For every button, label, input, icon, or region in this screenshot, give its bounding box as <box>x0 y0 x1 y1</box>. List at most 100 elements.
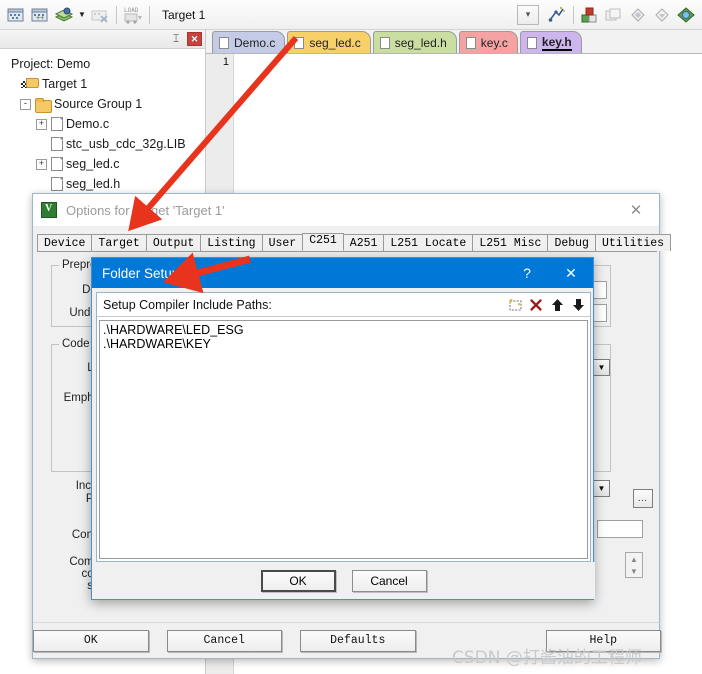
spinner-up-icon[interactable]: ▲ <box>626 553 642 565</box>
source-browser-icon <box>626 3 650 27</box>
tree-item-label: seg_led.h <box>66 177 121 191</box>
delete-path-button[interactable] <box>526 295 546 314</box>
tree-item-seg-led-h[interactable]: seg_led.h <box>6 174 205 194</box>
rebuild-all-icon[interactable]: ++ <box>28 3 52 27</box>
folder-setup-title: Folder Setup <box>102 265 180 281</box>
tab-l251-locate[interactable]: L251 Locate <box>383 234 474 251</box>
file-icon <box>219 36 229 49</box>
code-generation-group-caption: Code <box>59 338 93 350</box>
question-mark-icon[interactable]: ? <box>505 258 549 288</box>
tree-item-demo-c[interactable]: + Demo.c <box>6 114 205 134</box>
level-dropdown-icon[interactable]: ▼ <box>593 359 610 376</box>
folder-setup-cancel-button[interactable]: Cancel <box>351 569 427 592</box>
tab-utilities[interactable]: Utilities <box>594 234 672 251</box>
tree-item-label: Source Group 1 <box>54 97 143 111</box>
tree-item-source-group-1[interactable]: - Source Group 1 <box>6 94 205 114</box>
editor-tabstrip: Demo.c seg_led.c seg_led.h key.c key.h <box>206 30 702 54</box>
tree-item-label: stc_usb_cdc_32g.LIB <box>66 137 186 151</box>
target-name-label: Target 1 <box>162 7 206 22</box>
tree-expander-icon[interactable]: + <box>36 118 47 130</box>
file-icon <box>526 36 537 49</box>
new-folder-button[interactable] <box>505 295 525 314</box>
books-icon <box>602 3 626 27</box>
tab-l251-misc[interactable]: L251 Misc <box>472 234 549 251</box>
project-title-label: Project: Demo <box>11 57 91 71</box>
file-icon <box>51 157 63 171</box>
folder-setup-ok-button[interactable]: OK <box>260 569 336 592</box>
tab-target[interactable]: Target <box>91 234 147 251</box>
include-paths-list[interactable]: .\HARDWARE\LED_ESG .\HARDWARE\KEY <box>99 320 588 559</box>
editor-tab-label: seg_led.c <box>309 35 361 50</box>
editor-tab-key-c[interactable]: key.c <box>458 31 518 53</box>
project-panel-header: ⌶ ✕ <box>0 30 205 49</box>
tree-expander-icon[interactable]: - <box>20 98 31 110</box>
pin-icon[interactable]: ⌶ <box>168 32 184 47</box>
chevron-down-icon[interactable]: ▾ <box>517 4 539 25</box>
options-for-target-icon[interactable] <box>545 3 569 27</box>
stop-build-icon <box>88 3 112 27</box>
editor-tab-seg-led-c[interactable]: seg_led.c <box>287 31 371 53</box>
editor-tab-label: Demo.c <box>234 35 276 50</box>
svg-text:LOAD: LOAD <box>124 7 139 14</box>
tree-item-label: seg_led.c <box>66 157 120 171</box>
tree-item-label: Demo.c <box>66 117 110 131</box>
spinner-down-icon[interactable]: ▼ <box>626 565 642 577</box>
tab-c251[interactable]: C251 <box>302 233 344 251</box>
editor-tab-seg-led-h[interactable]: seg_led.h <box>372 31 457 53</box>
tab-user[interactable]: User <box>261 234 304 251</box>
options-cancel-button[interactable]: Cancel <box>166 629 282 652</box>
folder-setup-footer: OK Cancel <box>92 562 595 599</box>
load-icon: LOAD <box>121 3 145 27</box>
toolbar-separator-3 <box>573 5 574 24</box>
folder-setup-toolbar: Setup Compiler Include Paths: <box>97 293 590 317</box>
folder-icon <box>35 97 52 113</box>
file-icon <box>51 137 63 151</box>
svg-text:++: ++ <box>36 15 44 22</box>
ide-toolbar: ++ ▼ LOAD Target 1 ▾ <box>0 0 702 30</box>
tree-item-label: Target 1 <box>42 77 88 91</box>
close-icon[interactable]: ✕ <box>187 32 202 46</box>
tab-device[interactable]: Device <box>37 234 93 251</box>
folder-setup-titlebar: Folder Setup ? ✕ <box>92 258 593 288</box>
file-icon <box>465 36 476 49</box>
tab-a251[interactable]: A251 <box>342 234 385 251</box>
tab-listing[interactable]: Listing <box>200 234 263 251</box>
file-icon <box>294 36 305 49</box>
screenshot-root: ++ ▼ LOAD Target 1 ▾ ⌶ ✕ Project: Demo T… <box>0 0 702 674</box>
list-item[interactable]: .\HARDWARE\LED_ESG <box>103 323 587 337</box>
close-icon[interactable]: ✕ <box>615 195 657 226</box>
misc-controls-field[interactable] <box>597 520 643 538</box>
project-tree: Project: Demo Target 1 - Source Group 1 … <box>0 49 205 194</box>
move-down-button[interactable] <box>568 295 588 314</box>
file-icon <box>379 36 390 49</box>
editor-tab-demo-c[interactable]: Demo.c <box>212 31 286 53</box>
keil-logo-icon <box>41 202 57 218</box>
editor-tab-label: key.c <box>480 35 508 50</box>
manage-project-items-icon[interactable] <box>578 3 602 27</box>
batch-build-icon[interactable] <box>52 3 76 27</box>
editor-tab-key-h[interactable]: key.h <box>519 31 582 53</box>
tree-item-seg-led-c[interactable]: + seg_led.c <box>6 154 205 174</box>
close-icon[interactable]: ✕ <box>549 258 593 288</box>
build-target-icon[interactable] <box>4 3 28 27</box>
tree-expander-icon[interactable]: + <box>36 158 47 170</box>
file-icon <box>51 117 63 131</box>
batch-build-dropdown-icon[interactable]: ▼ <box>76 3 88 27</box>
tab-output[interactable]: Output <box>145 234 202 251</box>
move-up-button[interactable] <box>547 295 567 314</box>
folder-setup-content: Setup Compiler Include Paths: .\HARDWARE… <box>96 292 591 562</box>
include-paths-dropdown-icon[interactable]: ▼ <box>593 480 610 497</box>
editor-line-number: 1 <box>222 56 229 68</box>
list-item[interactable]: .\HARDWARE\KEY <box>103 337 587 351</box>
tab-debug[interactable]: Debug <box>547 234 596 251</box>
editor-tab-label: key.h <box>541 34 572 51</box>
editor-tab-label: seg_led.h <box>394 35 447 50</box>
browse-folders-button[interactable]: … <box>633 489 653 508</box>
options-defaults-button[interactable]: Defaults <box>300 629 416 652</box>
tree-item-target-1[interactable]: Target 1 <box>6 74 205 94</box>
options-ok-button[interactable]: OK <box>33 629 149 652</box>
configuration-wizard-icon[interactable] <box>674 3 698 27</box>
tree-item-stc-usb-cdc-32g-lib[interactable]: stc_usb_cdc_32g.LIB <box>6 134 205 154</box>
include-paths-label: Setup Compiler Include Paths: <box>103 297 272 312</box>
compiler-string-spinner[interactable]: ▲ ▼ <box>625 552 643 578</box>
